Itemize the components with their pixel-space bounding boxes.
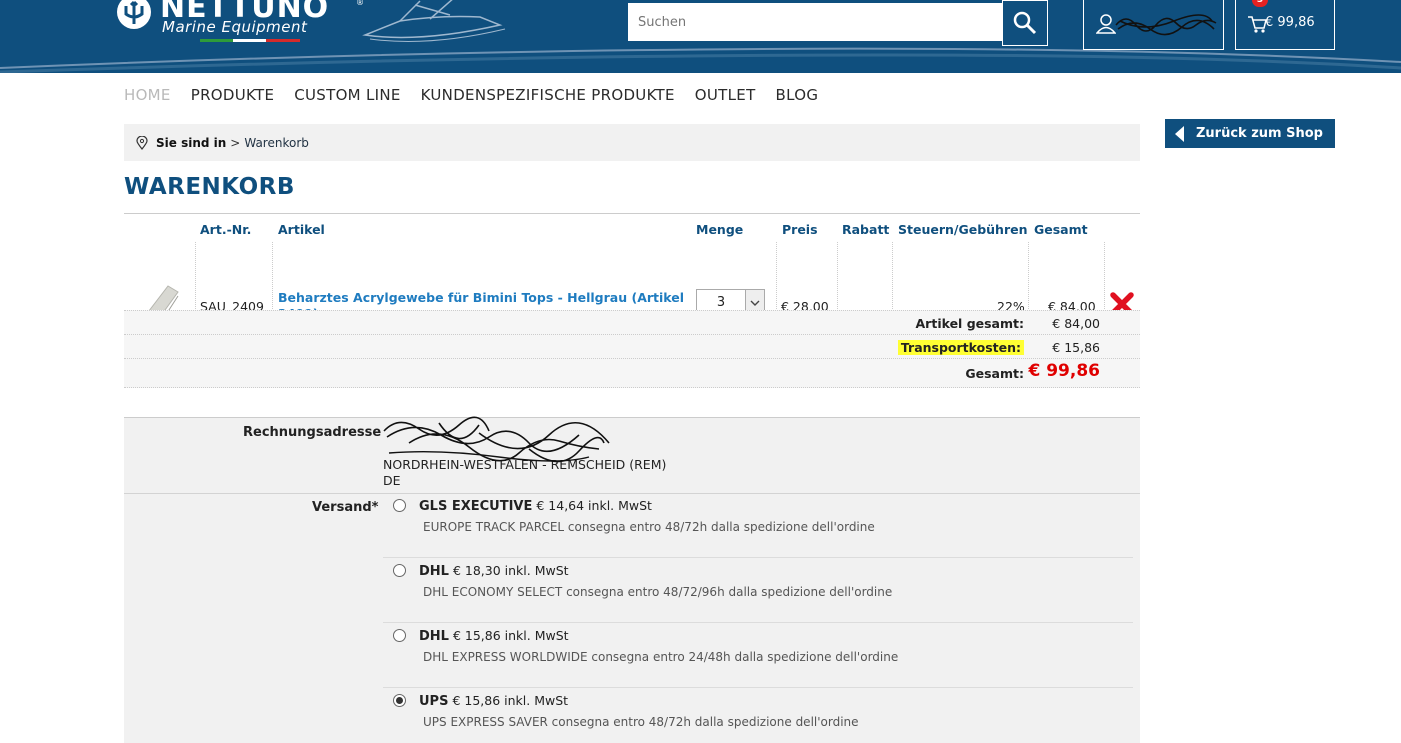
cart-table: Art.-Nr. Artikel Menge Preis Rabatt Steu… — [124, 213, 1140, 331]
back-to-shop-label: Zurück zum Shop — [1196, 126, 1323, 141]
shipping-option-gls[interactable]: GLS EXECUTIVE € 14,64 inkl. MwSt EUROPE T… — [383, 493, 1133, 558]
carrier-description: UPS EXPRESS SAVER consegna entro 48/72h … — [423, 715, 859, 729]
carrier-name: UPS € 15,86 inkl. MwSt — [419, 693, 568, 709]
nav-produkte[interactable]: PRODUKTE — [191, 86, 275, 104]
cart-summary: Artikel gesamt: € 84,00 Transportkosten:… — [124, 310, 1140, 388]
search-input[interactable] — [628, 3, 1002, 41]
col-header-sku: Art.-Nr. — [200, 222, 252, 237]
grand-total-label: Gesamt: — [965, 366, 1024, 381]
carrier-cost: € 15,86 inkl. MwSt — [452, 628, 569, 643]
search-icon — [1013, 11, 1037, 35]
search-field-wrapper — [628, 3, 1002, 41]
carrier-label: UPS — [419, 694, 449, 709]
main-navigation: HOME PRODUKTE CUSTOM LINE KUNDENSPEZIFIS… — [124, 86, 818, 104]
nav-blog[interactable]: BLOG — [776, 86, 819, 104]
nav-home[interactable]: HOME — [124, 86, 171, 104]
checkout-section: Rechnungsadresse NORDRHEIN-WESTFALEN - R… — [124, 416, 1140, 743]
carrier-label: DHL — [419, 564, 449, 579]
boat-illustration-icon — [362, 0, 506, 42]
cart-icon — [1248, 16, 1267, 33]
carrier-cost: € 14,64 inkl. MwSt — [536, 498, 652, 513]
summary-total-row: Gesamt: € 99,86 — [124, 358, 1140, 388]
col-header-tax: Steuern/Gebühren — [898, 222, 1028, 237]
nav-custom-line[interactable]: CUSTOM LINE — [294, 86, 400, 104]
nav-kundenspezifische-produkte[interactable]: KUNDENSPEZIFISCHE PRODUKTE — [421, 86, 675, 104]
carrier-label: GLS EXECUTIVE — [419, 499, 533, 514]
italian-flag-stripe — [200, 39, 300, 42]
table-header: Art.-Nr. Artikel Menge Preis Rabatt Steu… — [124, 214, 1140, 242]
location-pin-icon — [136, 135, 148, 150]
carrier-cost: € 15,86 inkl. MwSt — [452, 693, 569, 708]
shipping-option-dhl-economy[interactable]: DHL € 18,30 inkl. MwSt DHL ECONOMY SELECT… — [383, 558, 1133, 623]
cart-count-badge: 3 — [1252, 0, 1268, 7]
brand-subtitle: Marine Equipment — [162, 18, 308, 36]
summary-items-row: Artikel gesamt: € 84,00 — [124, 310, 1140, 334]
shipping-radio-selected[interactable] — [393, 694, 406, 707]
shipping-option-ups[interactable]: UPS € 15,86 inkl. MwSt UPS EXPRESS SAVER … — [383, 688, 1133, 743]
table-row: SAU_2409 Beharztes Acrylgewebe für Bimin… — [124, 242, 1140, 331]
cart-total-amount: € 99,86 — [1265, 15, 1315, 30]
search-button[interactable] — [1002, 0, 1048, 46]
site-header: NETTUNO ® Marine Equipment 3 — [0, 0, 1401, 73]
shipping-cost-label: Transportkosten: — [897, 340, 1024, 355]
page-title: WARENKORB — [124, 174, 295, 200]
shipping-radio[interactable] — [393, 499, 406, 512]
account-button[interactable] — [1083, 0, 1224, 50]
carrier-name: GLS EXECUTIVE € 14,64 inkl. MwSt — [419, 498, 652, 514]
items-total-label: Artikel gesamt: — [915, 316, 1025, 331]
breadcrumb-prefix: Sie sind in — [156, 135, 227, 150]
grand-total-value: € 99,86 — [1028, 361, 1100, 381]
billing-address-label: Rechnungsadresse — [243, 425, 382, 440]
carrier-cost: € 18,30 inkl. MwSt — [452, 563, 569, 578]
col-header-article: Artikel — [278, 222, 325, 237]
col-header-total: Gesamt — [1034, 222, 1088, 237]
breadcrumb: Sie sind in > Warenkorb — [124, 124, 1140, 161]
breadcrumb-separator: > — [230, 135, 241, 150]
col-header-discount: Rabatt — [842, 222, 890, 237]
shipping-method-label: Versand* — [312, 500, 379, 515]
summary-shipping-row: Transportkosten: € 15,86 — [124, 334, 1140, 358]
redacted-address-scribble — [383, 416, 610, 463]
shipping-cost-value: € 15,86 — [1052, 340, 1100, 355]
col-header-price: Preis — [782, 222, 818, 237]
nav-outlet[interactable]: OUTLET — [695, 86, 756, 104]
shipping-option-dhl-express[interactable]: DHL € 15,86 inkl. MwSt DHL EXPRESS WORLDW… — [383, 623, 1133, 688]
carrier-description: DHL ECONOMY SELECT consegna entro 48/72/… — [423, 585, 893, 599]
trident-logo-icon — [117, 0, 151, 29]
col-header-quantity: Menge — [696, 222, 744, 237]
carrier-name: DHL € 18,30 inkl. MwSt — [419, 563, 569, 579]
carrier-description: DHL EXPRESS WORLDWIDE consegna entro 24/… — [423, 650, 899, 664]
shipping-radio[interactable] — [393, 564, 406, 577]
carrier-label: DHL — [419, 629, 449, 644]
back-to-shop-button[interactable]: Zurück zum Shop — [1165, 119, 1335, 148]
redacted-username-scribble — [1115, 14, 1217, 36]
breadcrumb-current[interactable]: Warenkorb — [244, 136, 309, 150]
user-icon — [1096, 14, 1116, 34]
carrier-description: EUROPE TRACK PARCEL consegna entro 48/72… — [423, 520, 875, 534]
arrow-left-icon — [1175, 125, 1184, 142]
items-total-value: € 84,00 — [1052, 316, 1100, 331]
cart-button[interactable]: 3 € 99,86 — [1235, 0, 1335, 50]
shipping-radio[interactable] — [393, 629, 406, 642]
carrier-name: DHL € 15,86 inkl. MwSt — [419, 628, 569, 644]
